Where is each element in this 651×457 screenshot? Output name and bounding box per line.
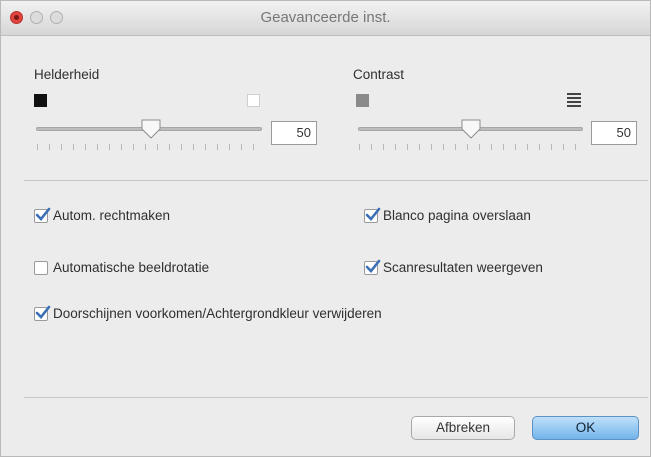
cancel-button[interactable]: Afbreken — [411, 416, 515, 440]
skip-blank-page-label: Blanco pagina overslaan — [383, 208, 531, 223]
window-title: Geavanceerde inst. — [260, 9, 391, 26]
contrast-label: Contrast — [353, 67, 405, 82]
option-show-scan-results[interactable]: Scanresultaten weergeven — [364, 259, 543, 275]
option-bleed-through[interactable]: Doorschijnen voorkomen/Achtergrondkleur … — [34, 305, 382, 321]
show-scan-results-checkbox[interactable] — [364, 259, 381, 275]
gray-square-icon — [356, 94, 369, 107]
checkmark-icon — [365, 259, 381, 273]
skip-blank-page-checkbox[interactable] — [364, 207, 381, 223]
striped-square-icon — [567, 93, 581, 107]
brightness-label: Helderheid — [34, 67, 100, 82]
checkmark-icon — [365, 207, 381, 221]
auto-straighten-label: Autom. rechtmaken — [53, 208, 171, 223]
bleed-through-label: Doorschijnen voorkomen/Achtergrondkleur … — [53, 306, 382, 321]
auto-rotate-label: Automatische beeldrotatie — [53, 260, 210, 275]
contrast-value-field[interactable]: 50 — [591, 121, 637, 145]
settings-dialog: Geavanceerde inst. Helderheid 50 Contras… — [0, 0, 651, 457]
option-skip-blank-page[interactable]: Blanco pagina overslaan — [364, 207, 531, 223]
brightness-slider-thumb[interactable] — [140, 118, 162, 140]
bleed-through-checkbox[interactable] — [34, 305, 51, 321]
option-auto-straighten[interactable]: Autom. rechtmaken — [34, 207, 171, 223]
option-auto-rotate[interactable]: Automatische beeldrotatie — [34, 260, 209, 275]
brightness-value-field[interactable]: 50 — [271, 121, 317, 145]
checkmark-icon — [35, 207, 51, 221]
auto-rotate-checkbox[interactable] — [34, 260, 48, 275]
checkmark-icon — [35, 305, 51, 319]
separator-bottom — [24, 397, 648, 398]
title-bar: Geavanceerde inst. — [1, 1, 650, 36]
black-square-icon — [34, 94, 47, 107]
separator-top — [24, 180, 648, 181]
auto-straighten-checkbox[interactable] — [34, 207, 51, 223]
ok-button[interactable]: OK — [532, 416, 639, 440]
contrast-slider-thumb[interactable] — [460, 118, 482, 140]
show-scan-results-label: Scanresultaten weergeven — [383, 260, 543, 275]
brightness-ticks — [37, 144, 261, 150]
white-square-icon — [247, 94, 260, 107]
contrast-ticks — [359, 144, 581, 150]
